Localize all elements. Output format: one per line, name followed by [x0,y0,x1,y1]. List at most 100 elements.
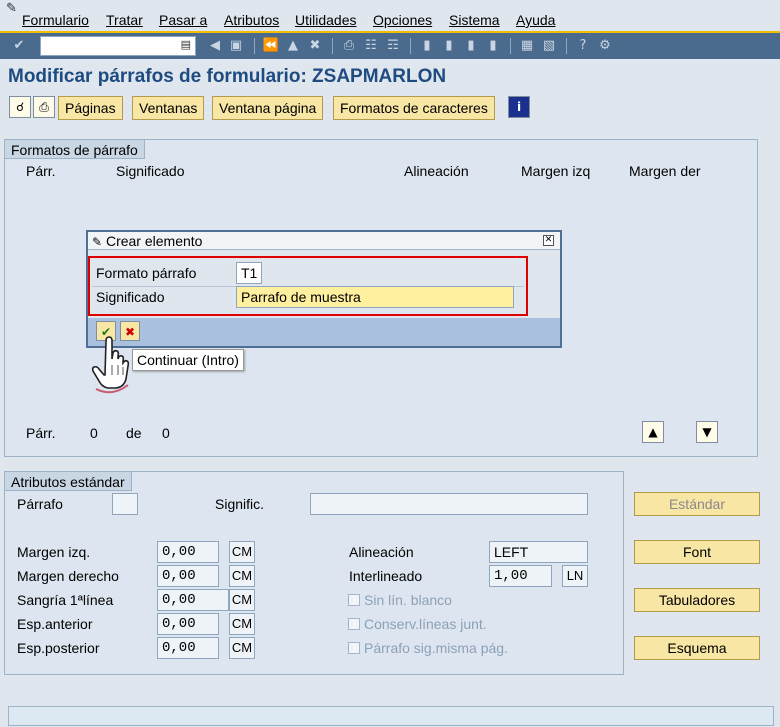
left-margin-unit[interactable]: CM [229,541,255,563]
meaning-label: Significado [96,289,165,305]
system-menu-icon[interactable]: ✎ [6,0,17,16]
column-header-paragraph[interactable]: Párr. [26,163,56,179]
toolbar-divider [566,38,567,54]
no-blank-lines-checkbox[interactable]: Sin lín. blanco [348,592,452,608]
page-title: Modificar párrafos de formulario: ZSAPMA… [8,66,447,87]
menu-formulario[interactable]: Formulario [22,12,89,28]
menu-atributos[interactable]: Atributos [224,12,279,28]
outline-button[interactable]: Esquema [634,636,760,660]
toolbar-divider [410,38,411,54]
save-icon[interactable]: ▣ [227,37,245,55]
column-header-meaning[interactable]: Significado [116,163,185,179]
paragraph-field-label: Párrafo [17,496,63,512]
space-after-unit[interactable]: CM [229,637,255,659]
first-line-indent-unit[interactable]: CM [229,589,255,611]
create-session-icon[interactable]: ▦ [518,37,536,55]
enter-check-icon[interactable]: ✔ [10,37,28,55]
paragraph-counter-value: 0 [90,425,98,441]
menu-tratar[interactable]: Tratar [106,12,143,28]
line-spacing-field[interactable]: 1,00 [489,565,552,587]
dialog-footer: ✔ ✖ [88,318,560,346]
last-page-icon[interactable]: ▮ [484,37,502,55]
application-toolbar: ☌ ⎙ Páginas Ventanas Ventana página Form… [0,93,780,123]
paragraph-counter-label: Párr. [26,425,56,441]
alignment-field[interactable]: LEFT [489,541,588,563]
paragraph-field[interactable] [112,493,138,515]
previous-page-icon[interactable]: ▮ [440,37,458,55]
status-bar [8,706,774,726]
checkbox-box [348,618,360,630]
create-element-dialog: ✎ Crear elemento ✕ Formato párrafo T1 Si… [86,230,562,348]
dialog-window-icon: ✎ [92,235,103,249]
space-before-label: Esp.anterior [17,616,93,632]
back-icon[interactable]: ⏪ [262,37,280,55]
line-spacing-label: Interlineado [349,568,423,584]
keep-lines-together-label: Conserv.líneas junt. [364,616,487,632]
left-margin-label: Margen izq. [17,544,91,560]
paragraph-formats-group-title: Formatos de párrafo [5,139,145,159]
right-margin-label: Margen derecho [17,568,119,584]
command-dropdown-icon[interactable]: ▤ [181,38,191,51]
column-header-alignment[interactable]: Alineación [404,163,469,179]
print-preview-icon[interactable]: ⎙ [33,96,55,118]
menu-sistema[interactable]: Sistema [449,12,500,28]
right-margin-field[interactable]: 0,00 [157,565,219,587]
column-header-right-margin[interactable]: Margen der [629,163,701,179]
print-icon[interactable]: ⎙ [340,37,358,55]
menu-utilidades[interactable]: Utilidades [295,12,356,28]
toolbar-divider [332,38,333,54]
toolbar-divider [510,38,511,54]
close-icon[interactable]: ✕ [543,235,554,246]
space-before-field[interactable]: 0,00 [157,613,219,635]
keep-lines-together-checkbox[interactable]: Conserv.líneas junt. [348,616,487,632]
checkbox-box [348,594,360,606]
menu-ayuda[interactable]: Ayuda [516,12,555,28]
meaning-field-label: Signific. [215,496,265,512]
character-formats-button[interactable]: Formatos de caracteres [333,96,495,120]
next-paragraph-same-page-checkbox[interactable]: Párrafo sig.misma pág. [348,640,508,656]
pages-button[interactable]: Páginas [58,96,123,120]
hand-cursor-icon [91,336,130,394]
format-paragraph-field[interactable]: T1 [236,262,262,284]
find-icon[interactable]: ☷ [362,37,380,55]
help-icon[interactable]: ? [574,37,592,55]
layout-menu-icon[interactable]: ⚙ [596,37,614,55]
shortcut-icon[interactable]: ▧ [540,37,558,55]
dialog-titlebar: ✎ Crear elemento ✕ [88,232,560,250]
back-arrow-icon[interactable]: ◀ [206,37,224,55]
tabulators-button[interactable]: Tabuladores [634,588,760,612]
space-after-field[interactable]: 0,00 [157,637,219,659]
meaning-input[interactable]: Parrafo de muestra [236,286,514,308]
first-line-indent-field[interactable]: 0,00 [157,589,229,611]
dialog-title: Crear elemento [105,233,203,249]
windows-button[interactable]: Ventanas [132,96,205,120]
space-before-unit[interactable]: CM [229,613,255,635]
checkbox-box [348,642,360,654]
menu-opciones[interactable]: Opciones [373,12,432,28]
space-after-label: Esp.posterior [17,640,100,656]
toolbar-divider [254,38,255,54]
page-up-icon[interactable]: ▲ [642,421,664,443]
right-margin-unit[interactable]: CM [229,565,255,587]
find-next-icon[interactable]: ☶ [384,37,402,55]
left-margin-field[interactable]: 0,00 [157,541,219,563]
alignment-label: Alineación [349,544,414,560]
system-toolbar: ✔ ▤ ◀ ▣ ⏪ ▲ ✖ ⎙ ☷ ☶ ▮ ▮ ▮ ▮ ▦ ▧ ? ⚙ [0,33,780,59]
first-page-icon[interactable]: ▮ [418,37,436,55]
menu-pasar-a[interactable]: Pasar a [159,12,207,28]
standard-button[interactable]: Estándar [634,492,760,516]
search-icon[interactable]: ☌ [9,96,31,118]
font-button[interactable]: Font [634,540,760,564]
line-spacing-unit[interactable]: LN [562,565,588,587]
page-window-button[interactable]: Ventana página [212,96,324,120]
meaning-field[interactable] [310,493,588,515]
page-down-icon[interactable]: ▼ [696,421,718,443]
command-field[interactable]: ▤ [40,36,196,56]
exit-icon[interactable]: ▲ [284,37,302,55]
cancel-icon[interactable]: ✖ [306,37,324,55]
info-icon[interactable]: i [508,96,530,118]
next-paragraph-same-page-label: Párrafo sig.misma pág. [364,640,508,656]
next-page-icon[interactable]: ▮ [462,37,480,55]
format-paragraph-label: Formato párrafo [96,265,197,281]
column-header-left-margin[interactable]: Margen izq [521,163,590,179]
